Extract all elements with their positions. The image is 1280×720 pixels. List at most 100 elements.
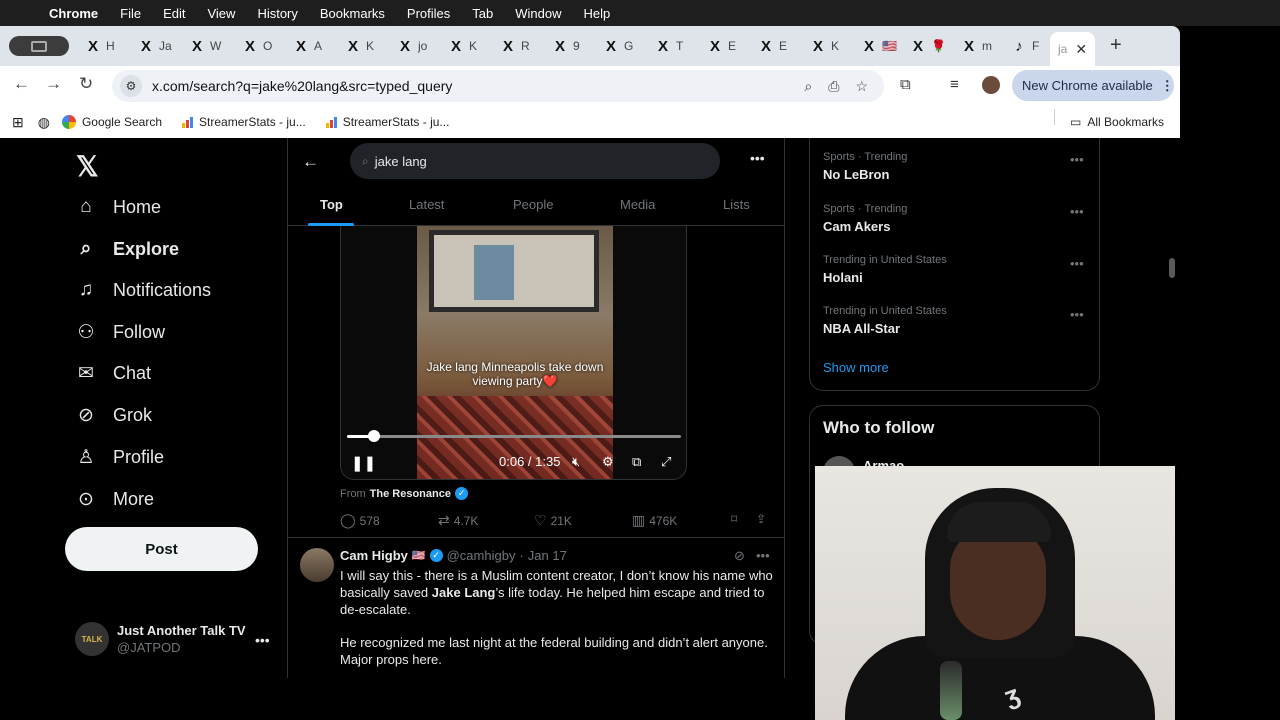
tab[interactable]: X Ja	[139, 36, 172, 56]
repost-button[interactable]: ⇄ 4.7K	[438, 512, 478, 529]
fullscreen-icon[interactable]: ⤢	[661, 454, 671, 470]
tweet-avatar[interactable]	[300, 548, 334, 582]
menu-view[interactable]: View	[207, 6, 235, 21]
tab-media[interactable]: Media	[620, 197, 655, 212]
new-tab-plus-icon[interactable]: +	[1110, 34, 1122, 57]
apps-grid-icon[interactable]: ⊞	[12, 114, 24, 131]
tweet-more-icon[interactable]: •••	[756, 548, 770, 563]
tab-active[interactable]: ja ✕	[1050, 32, 1096, 66]
profile-avatar[interactable]	[982, 76, 1000, 94]
tab[interactable]: XW	[190, 36, 221, 56]
trend-more-icon[interactable]: •••	[1070, 307, 1084, 322]
tab[interactable]: Xm	[962, 36, 992, 56]
menu-edit[interactable]: Edit	[163, 6, 185, 21]
tab-lists[interactable]: Lists	[723, 197, 750, 212]
menu-history[interactable]: History	[257, 6, 297, 21]
tab[interactable]: X 🇺🇸	[862, 36, 897, 56]
back-arrow-icon[interactable]: ←	[302, 152, 319, 172]
account-more-icon[interactable]: •••	[255, 632, 270, 648]
nav-profile[interactable]: ♙ Profile	[75, 446, 164, 468]
tab[interactable]: XK	[811, 36, 839, 56]
reply-button[interactable]: ◯ 578	[340, 512, 380, 529]
share-icon[interactable]: ⇪	[756, 512, 766, 526]
x-logo-icon[interactable]: 𝕏	[76, 150, 99, 183]
address-bar[interactable]: ⚙ x.com/search?q=jake%20lang&src=typed_q…	[112, 70, 884, 102]
tweet[interactable]: Cam Higby 🇺🇸 ✓ @camhigby · Jan 17 ⊘ ••• …	[288, 538, 784, 678]
bookmark-streamerstats-2[interactable]: StreamerStats - ju...	[325, 115, 449, 129]
nav-explore[interactable]: ⌕ Explore	[75, 238, 179, 260]
menu-window[interactable]: Window	[515, 6, 561, 21]
video-player[interactable]: Jake lang Minneapolis take down viewing …	[340, 226, 687, 480]
tab[interactable]: XO	[243, 36, 272, 56]
show-more-link[interactable]: Show more	[823, 360, 889, 375]
reload-icon[interactable]: ↻	[79, 74, 93, 94]
tab-people[interactable]: People	[513, 197, 553, 212]
tab[interactable]: XK	[346, 36, 374, 56]
tab[interactable]: XA	[294, 36, 322, 56]
bookmark-streamerstats-1[interactable]: StreamerStats - ju...	[182, 115, 306, 129]
menu-help[interactable]: Help	[584, 6, 611, 21]
bookmark-icon[interactable]: ⌑	[731, 512, 737, 526]
site-settings-icon[interactable]: ⚙	[120, 75, 142, 97]
nav-more[interactable]: ⊙ More	[75, 488, 154, 510]
close-tab-icon[interactable]: ✕	[1075, 41, 1087, 58]
address-url[interactable]: x.com/search?q=jake%20lang&src=typed_que…	[152, 78, 804, 94]
bookmark-star-icon[interactable]: ☆	[855, 78, 868, 95]
trend-item[interactable]: Sports · Trending Cam Akers	[823, 203, 907, 234]
views-button[interactable]: ▥ 476K	[632, 512, 677, 529]
account-switcher[interactable]: TALK Just Another Talk TV @JATPOD	[75, 622, 246, 656]
tab[interactable]: XT	[656, 36, 683, 56]
tab[interactable]: XK	[449, 36, 477, 56]
nav-chat[interactable]: ✉ Chat	[75, 362, 151, 384]
menu-file[interactable]: File	[120, 6, 141, 21]
tab[interactable]: Xjo	[398, 36, 427, 56]
search-query[interactable]: jake lang	[375, 154, 427, 169]
globe-icon[interactable]: ◍	[38, 114, 50, 131]
mute-icon[interactable]: 🔇︎	[572, 454, 580, 470]
forward-arrow-icon[interactable]: →	[45, 74, 62, 94]
tab-top[interactable]: Top	[320, 197, 343, 212]
tab-group-icon[interactable]	[9, 36, 69, 56]
tweet-date[interactable]: Jan 17	[528, 548, 567, 563]
post-button[interactable]: Post	[65, 527, 258, 571]
nav-grok[interactable]: ⊘ Grok	[75, 404, 152, 426]
trend-more-icon[interactable]: •••	[1070, 204, 1084, 219]
install-icon[interactable]: ⎙	[828, 78, 839, 95]
nav-follow[interactable]: ⚇ Follow	[75, 321, 165, 343]
cast-icon[interactable]: ⧉	[900, 76, 911, 93]
menu-tab[interactable]: Tab	[472, 6, 493, 21]
all-bookmarks[interactable]: ▭ All Bookmarks	[1054, 109, 1164, 129]
tweet-author-name[interactable]: Cam Higby	[340, 548, 408, 563]
trend-item[interactable]: Trending in United States NBA All-Star	[823, 305, 947, 336]
media-controls-icon[interactable]: ≡	[950, 76, 959, 93]
new-chrome-available-button[interactable]: New Chrome available ⋮	[1012, 70, 1174, 101]
grok-tweet-icon[interactable]: ⊘	[734, 548, 745, 564]
tab[interactable]: XR	[501, 36, 530, 56]
picture-in-picture-icon[interactable]: ⧉	[632, 454, 641, 470]
tab[interactable]: X 🌹	[911, 36, 946, 56]
tab[interactable]: XE	[759, 36, 787, 56]
trend-item[interactable]: Sports · Trending No LeBron	[823, 151, 907, 182]
video-progress-bar[interactable]	[347, 430, 681, 442]
search-input[interactable]: ⌕ jake lang	[350, 143, 720, 179]
trend-item[interactable]: Trending in United States Holani	[823, 254, 947, 285]
menu-profiles[interactable]: Profiles	[407, 6, 450, 21]
kebab-menu-icon[interactable]: ⋮	[1161, 78, 1174, 94]
nav-notifications[interactable]: ♫ Notifications	[75, 279, 211, 301]
like-button[interactable]: ♡ 21K	[534, 512, 572, 529]
tweet-handle[interactable]: @camhigby	[447, 548, 516, 563]
tab-latest[interactable]: Latest	[409, 197, 444, 212]
page-scrollbar[interactable]	[1169, 258, 1175, 278]
pause-icon[interactable]: ❚❚	[351, 454, 376, 472]
tab[interactable]: XE	[708, 36, 736, 56]
back-arrow-icon[interactable]: ←	[13, 74, 30, 94]
menu-app-name[interactable]: Chrome	[49, 6, 98, 21]
settings-gear-icon[interactable]: ⚙	[602, 454, 614, 470]
bookmark-google-search[interactable]: Google Search	[61, 115, 162, 129]
zoom-search-icon[interactable]: ⌕	[804, 78, 812, 95]
tab[interactable]: ♪ F	[1012, 36, 1039, 56]
menu-bookmarks[interactable]: Bookmarks	[320, 6, 385, 21]
video-scrub-handle[interactable]	[367, 430, 380, 442]
trend-more-icon[interactable]: •••	[1070, 256, 1084, 271]
tab[interactable]: X9	[553, 36, 580, 56]
